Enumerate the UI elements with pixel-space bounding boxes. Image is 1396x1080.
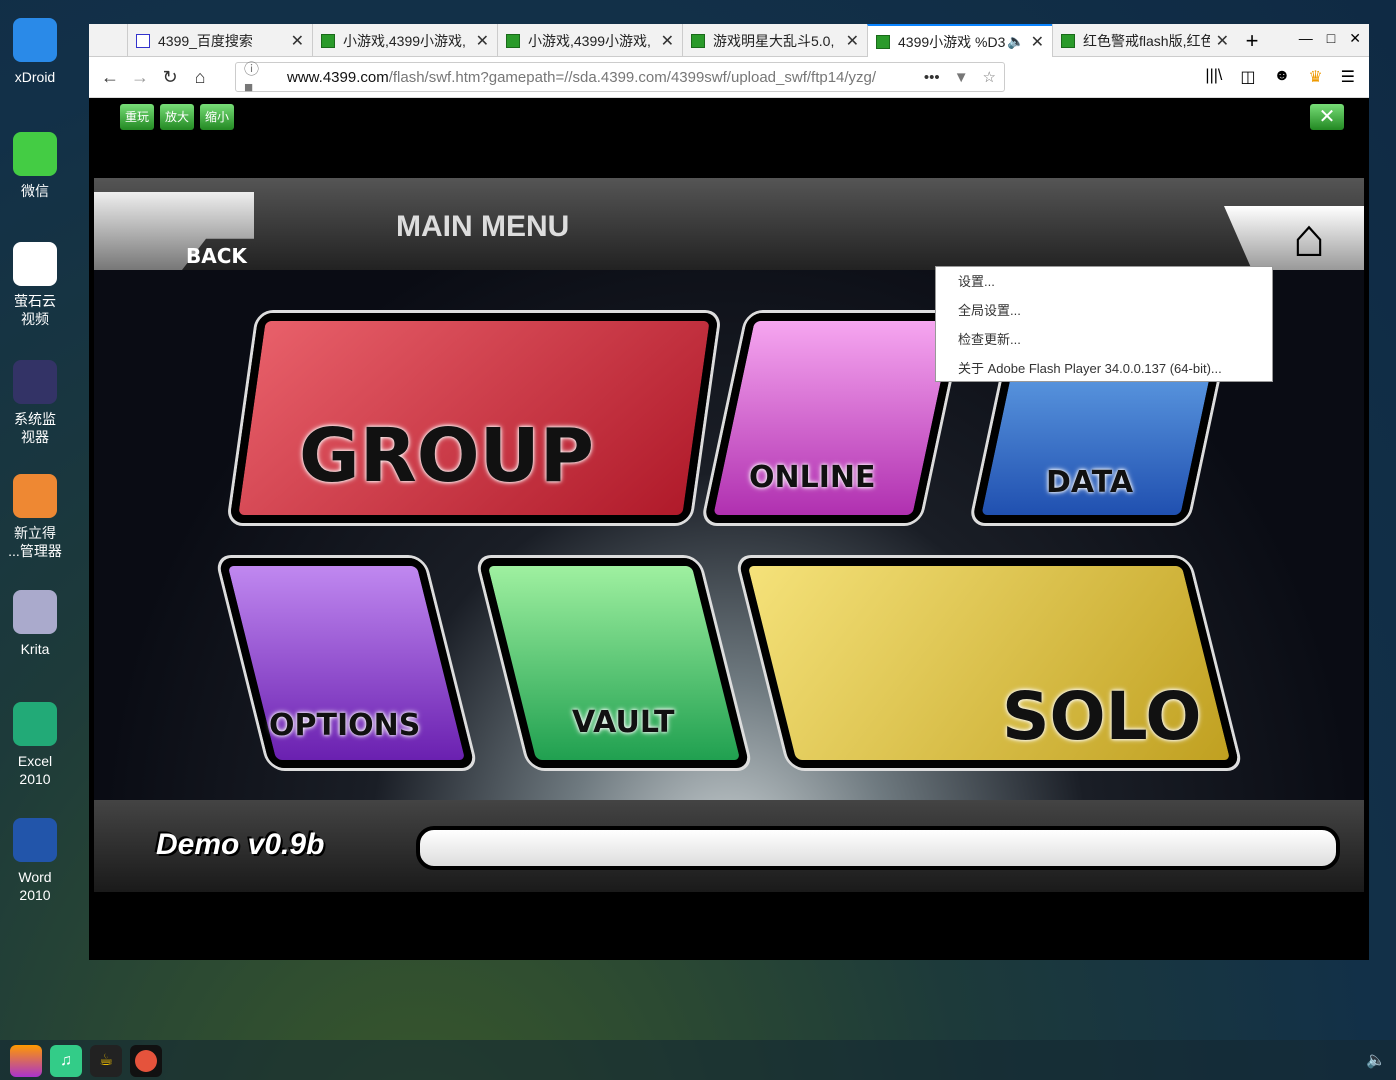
- desktop-icon-label: Word 2010: [18, 869, 52, 903]
- close-window-button[interactable]: ✕: [1349, 30, 1361, 47]
- data-label: DATA: [1046, 465, 1134, 500]
- 4399-favicon-icon: [321, 33, 335, 48]
- maximize-button[interactable]: □: [1327, 30, 1335, 47]
- app-icon: [13, 242, 57, 286]
- bookmark-star-icon[interactable]: ☆: [983, 68, 996, 86]
- music-icon[interactable]: ♫: [50, 1045, 82, 1077]
- minimize-button[interactable]: —: [1299, 30, 1313, 47]
- url-bar[interactable]: ⓘ ■ www.4399.com/flash/swf.htm?gamepath=…: [235, 61, 1005, 96]
- app-icon: [13, 18, 57, 62]
- desktop-icon[interactable]: Krita: [0, 590, 70, 658]
- tab[interactable]: 4399小游戏 %D3 🔈 ✕: [867, 24, 1052, 57]
- close-tab-icon[interactable]: ✕: [476, 31, 489, 51]
- app-icon: [13, 590, 57, 634]
- close-tab-icon[interactable]: ✕: [661, 31, 674, 51]
- app-icon: [13, 818, 57, 862]
- extension-icon[interactable]: ♛: [1308, 67, 1322, 87]
- group-label: GROUP: [299, 413, 594, 499]
- tab[interactable]: 红色警戒flash版,红色 ✕: [1052, 24, 1237, 57]
- 4399-favicon-icon: [1061, 33, 1075, 48]
- page-button[interactable]: 放大: [160, 104, 194, 130]
- desktop-icon-label: 系统监 视器: [14, 411, 56, 445]
- url-domain: www.4399.com: [286, 68, 389, 86]
- progress-bar: [416, 826, 1340, 870]
- new-tab-button[interactable]: +: [1237, 24, 1267, 56]
- tab-label: 4399_百度搜索: [158, 32, 253, 49]
- baidu-favicon-icon: [136, 33, 150, 48]
- desktop-icon-label: 微信: [21, 183, 49, 199]
- tab[interactable]: 小游戏,4399小游戏, ✕: [312, 24, 497, 57]
- close-tab-icon[interactable]: ✕: [1216, 31, 1229, 51]
- close-game-button[interactable]: ✕: [1310, 104, 1344, 130]
- desktop-icon[interactable]: xDroid: [0, 18, 70, 86]
- options-label: OPTIONS: [269, 708, 421, 743]
- tab[interactable]: 4399_百度搜索 ✕: [127, 24, 312, 57]
- volume-icon[interactable]: 🔈: [1366, 1050, 1386, 1070]
- desktop-icon[interactable]: 萤石云 视频: [0, 242, 70, 328]
- more-icon[interactable]: •••: [924, 69, 940, 86]
- context-menu-item[interactable]: 检查更新...: [936, 325, 1272, 354]
- tab[interactable]: 游戏明星大乱斗5.0, ✕: [682, 24, 867, 57]
- account-icon[interactable]: ☻: [1273, 67, 1290, 87]
- taskbar: ♫ ☕ 🔈: [0, 1040, 1396, 1080]
- app-icon: [13, 132, 57, 176]
- forward-icon[interactable]: →: [125, 67, 155, 88]
- menu-icon[interactable]: ☰: [1341, 67, 1355, 87]
- online-label: ONLINE: [749, 460, 876, 495]
- pocket-icon[interactable]: ▼: [954, 69, 969, 86]
- desktop-icon-label: xDroid: [14, 69, 56, 85]
- tab-label: 游戏明星大乱斗5.0,: [713, 32, 835, 49]
- desktop-icon-label: Excel 2010: [17, 753, 53, 787]
- app-icon: [13, 474, 57, 518]
- info-icon[interactable]: ⓘ ■: [244, 58, 271, 96]
- desktop-icon[interactable]: 新立得 ...管理器: [0, 474, 70, 560]
- desktop-icon[interactable]: 微信: [0, 132, 70, 200]
- solo-label: SOLO: [1002, 678, 1202, 755]
- flash-context-menu: 设置... 全局设置... 检查更新... 关于 Adobe Flash Player…: [935, 266, 1273, 382]
- page-button[interactable]: 缩小: [200, 104, 234, 130]
- desktop-icon[interactable]: Excel 2010: [0, 702, 70, 788]
- 4399-favicon-icon: [506, 33, 520, 48]
- desktop-icon-label: Krita: [20, 641, 50, 657]
- back-icon[interactable]: ←: [95, 67, 125, 88]
- tab-label: 小游戏,4399小游戏,: [528, 32, 651, 49]
- version-label: Demo v0.9b: [156, 828, 325, 861]
- tab-label: 4399小游戏 %D3: [898, 33, 1006, 50]
- desktop-icon-label: 萤石云 视频: [14, 293, 56, 327]
- close-tab-icon[interactable]: ✕: [846, 31, 859, 51]
- audio-icon[interactable]: 🔈: [1007, 33, 1024, 50]
- tab-bar: 4399_百度搜索 ✕ 小游戏,4399小游戏, ✕ 小游戏,4399小游戏, ✕ 游戏明星…: [89, 24, 1369, 57]
- app-icon: [13, 360, 57, 404]
- firefox-icon[interactable]: [130, 1045, 162, 1077]
- home-icon[interactable]: ⌂: [185, 67, 215, 88]
- teapot-icon[interactable]: ☕: [90, 1045, 122, 1077]
- close-tab-icon[interactable]: ✕: [1031, 32, 1044, 52]
- nav-bar: ← → ↻ ⌂ ⓘ ■ www.4399.com/flash/swf.htm?g…: [89, 57, 1369, 98]
- app-icon: [13, 702, 57, 746]
- context-menu-item[interactable]: 全局设置...: [936, 296, 1272, 325]
- reload-icon[interactable]: ↻: [155, 67, 185, 88]
- page-button[interactable]: 重玩: [120, 104, 154, 130]
- 4399-favicon-icon: [691, 33, 705, 48]
- browser-window: 4399_百度搜索 ✕ 小游戏,4399小游戏, ✕ 小游戏,4399小游戏, ✕ 游戏明星…: [89, 24, 1369, 960]
- url-path: /flash/swf.htm?gamepath=//sda.4399.com/4…: [388, 68, 877, 86]
- tab[interactable]: 小游戏,4399小游戏, ✕: [497, 24, 682, 57]
- vault-label: VAULT: [572, 705, 675, 740]
- desktop-icon[interactable]: Word 2010: [0, 818, 70, 904]
- photos-icon[interactable]: [10, 1045, 42, 1077]
- context-menu-item[interactable]: 设置...: [936, 267, 1272, 296]
- 4399-favicon-icon: [876, 34, 890, 49]
- tab-label: 小游戏,4399小游戏,: [343, 32, 466, 49]
- game-title: MAIN MENU: [396, 210, 570, 243]
- close-tab-icon[interactable]: ✕: [291, 31, 304, 51]
- sidebar-icon[interactable]: ◫: [1240, 67, 1255, 87]
- desktop-icon[interactable]: 系统监 视器: [0, 360, 70, 446]
- library-icon[interactable]: |||\: [1205, 67, 1222, 87]
- context-menu-item[interactable]: 关于 Adobe Flash Player 34.0.0.137 (64-bit…: [936, 354, 1272, 383]
- desktop-icon-label: 新立得 ...管理器: [8, 525, 62, 559]
- back-label: BACK: [186, 244, 247, 268]
- tab-label: 红色警戒flash版,红色: [1083, 32, 1210, 49]
